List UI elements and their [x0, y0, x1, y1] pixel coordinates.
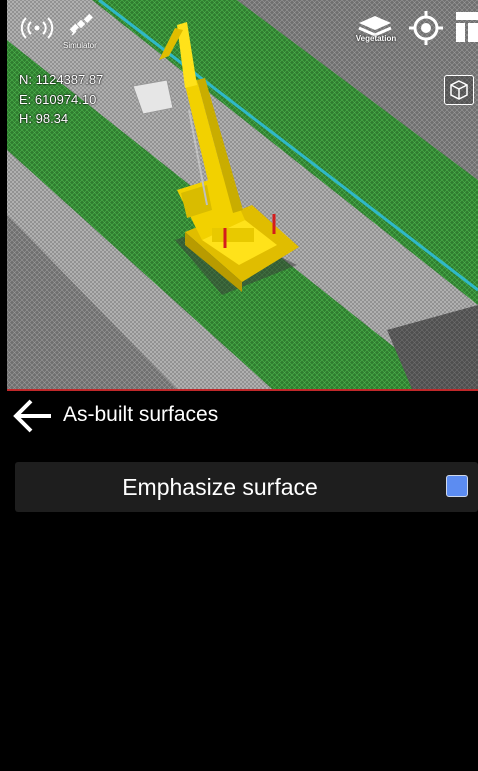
- simulator-label: Simulator: [63, 41, 97, 50]
- vegetation-label: Vegetation: [355, 34, 397, 43]
- emphasize-surface-checkbox[interactable]: [446, 475, 468, 497]
- app-root: Simulator N: 1124387.87 E: 610974.10 H: …: [0, 0, 478, 771]
- 3d-cube-icon[interactable]: [444, 75, 474, 105]
- coordinate-east: E: 610974.10: [19, 92, 97, 107]
- locate-target-icon[interactable]: [407, 9, 445, 47]
- coordinate-north: N: 1124387.87: [19, 72, 104, 87]
- wireless-signal-icon[interactable]: [19, 14, 55, 42]
- back-button[interactable]: [9, 394, 55, 438]
- arrow-left-icon: [13, 399, 51, 433]
- map-3d-viewport[interactable]: Simulator N: 1124387.87 E: 610974.10 H: …: [7, 0, 478, 389]
- satellite-icon[interactable]: [67, 10, 95, 38]
- panel-menu-icon[interactable]: [453, 10, 478, 44]
- option-label: Emphasize surface: [122, 474, 318, 500]
- coordinate-height: H: 98.34: [19, 111, 69, 126]
- emphasize-surface-option[interactable]: Emphasize surface: [15, 462, 478, 512]
- scene-3d: [7, 0, 478, 389]
- panel-title: As-built surfaces: [63, 403, 219, 426]
